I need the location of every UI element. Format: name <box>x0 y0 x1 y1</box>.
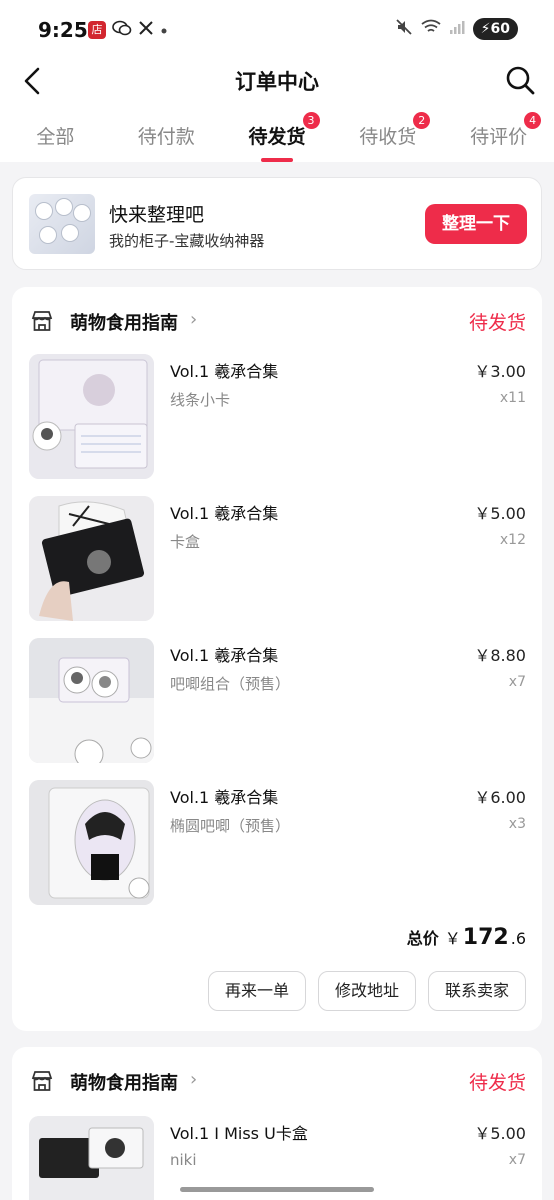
product-image <box>29 780 154 905</box>
dot-icon <box>160 21 168 39</box>
item-spec: 卡盒 <box>170 533 201 551</box>
item-name: Vol.1 羲承合集 <box>170 788 279 807</box>
search-icon[interactable] <box>504 64 536 96</box>
product-image <box>29 496 154 621</box>
tab-count-badge: 4 <box>524 112 542 129</box>
product-image <box>29 638 154 763</box>
chevron-right-icon: › <box>190 1069 198 1090</box>
item-name: Vol.1 羲承合集 <box>170 646 279 665</box>
item-spec: 吧唧组合（预售） <box>170 675 291 693</box>
order-tabs: 全部 待付款 待发货 3 待收货 2 待评价 4 <box>0 102 554 162</box>
product-image <box>29 354 154 479</box>
order-item[interactable]: Vol.1 羲承合集 椭圆吧唧（预售） ￥6.00 x3 <box>12 780 542 906</box>
promo-thumbnail <box>29 194 95 254</box>
shop-name[interactable]: 萌物食用指南 <box>70 1069 178 1095</box>
item-spec: niki <box>170 1151 197 1169</box>
organize-promo-banner[interactable]: 快来整理吧 我的柜子-宝藏收纳神器 整理一下 <box>12 177 542 270</box>
tab-count-badge: 2 <box>413 112 431 129</box>
store-app-icon: 店 <box>88 21 106 39</box>
tab-pending-shipment[interactable]: 待发货 3 <box>222 102 333 162</box>
item-price: ￥6.00 <box>474 788 526 807</box>
promo-title: 快来整理吧 <box>109 204 205 226</box>
active-tab-indicator <box>260 158 293 162</box>
battery-indicator: ⚡60 <box>472 18 518 40</box>
wifi-icon <box>421 19 441 39</box>
mute-icon <box>395 18 413 40</box>
order-item[interactable]: Vol.1 羲承合集 卡盒 ￥5.00 x12 <box>12 496 542 622</box>
item-quantity: x7 <box>508 1152 526 1168</box>
order-item[interactable]: Vol.1 羲承合集 线条小卡 ￥3.00 x11 <box>12 354 542 480</box>
total-amount-integer: 172 <box>462 925 509 950</box>
signal-icon <box>449 19 465 39</box>
order-card[interactable]: 萌物食用指南 › 待发货 Vol.1 I Miss U卡盒 niki ￥5.00… <box>12 1047 542 1200</box>
contact-seller-button[interactable]: 联系卖家 <box>427 971 526 1011</box>
store-icon <box>30 309 54 333</box>
item-name: Vol.1 羲承合集 <box>170 504 279 523</box>
order-item[interactable]: Vol.1 羲承合集 吧唧组合（预售） ￥8.80 x7 <box>12 638 542 764</box>
nav-bar: 订单中心 <box>0 62 554 102</box>
order-card[interactable]: 萌物食用指南 › 待发货 Vol.1 羲承合集 线条小卡 ￥3.00 x11 V… <box>12 287 542 1031</box>
item-spec: 线条小卡 <box>170 391 231 409</box>
store-icon <box>30 1069 54 1093</box>
system-icons: ⚡60 <box>395 18 518 40</box>
product-image <box>29 1116 154 1200</box>
reorder-button[interactable]: 再来一单 <box>207 971 306 1011</box>
shop-name[interactable]: 萌物食用指南 <box>70 309 178 335</box>
tab-count-badge: 3 <box>302 112 320 129</box>
shop-header[interactable]: 萌物食用指南 › 待发货 <box>12 1047 542 1113</box>
item-quantity: x12 <box>499 532 526 548</box>
order-status: 待发货 <box>468 312 526 334</box>
order-total: 总价 ￥ 172 .6 <box>407 925 526 950</box>
item-price: ￥5.00 <box>474 504 526 523</box>
status-bar: 9:25 店 ⚡60 <box>0 0 554 62</box>
item-quantity: x3 <box>508 816 526 832</box>
notification-icons: 店 <box>88 20 168 40</box>
home-indicator[interactable] <box>180 1187 374 1192</box>
order-actions: 再来一单 修改地址 联系卖家 <box>207 971 526 1011</box>
item-quantity: x7 <box>508 674 526 690</box>
order-status: 待发货 <box>468 1072 526 1094</box>
edit-address-button[interactable]: 修改地址 <box>317 971 416 1011</box>
item-name: Vol.1 羲承合集 <box>170 362 279 381</box>
total-amount-decimal: .6 <box>510 929 526 948</box>
page-title: 订单中心 <box>235 70 319 94</box>
item-quantity: x11 <box>499 390 526 406</box>
chevron-right-icon: › <box>190 309 198 330</box>
tab-pending-payment[interactable]: 待付款 <box>111 102 222 162</box>
organize-button[interactable]: 整理一下 <box>425 204 527 244</box>
x-app-icon <box>138 20 154 40</box>
wechat-icon <box>112 20 132 40</box>
item-name: Vol.1 I Miss U卡盒 <box>170 1124 308 1143</box>
tab-pending-receipt[interactable]: 待收货 2 <box>332 102 443 162</box>
total-label: 总价 <box>406 929 439 948</box>
item-price: ￥5.00 <box>474 1124 526 1143</box>
shop-header[interactable]: 萌物食用指南 › 待发货 <box>12 287 542 353</box>
item-spec: 椭圆吧唧（预售） <box>170 817 291 835</box>
tab-pending-review[interactable]: 待评价 4 <box>443 102 554 162</box>
tab-all[interactable]: 全部 <box>0 102 111 162</box>
top-area: 9:25 店 ⚡60 订单中心 全部 待付款 待发货 3 待收货 2 待评价 4 <box>0 0 554 162</box>
total-currency: ￥ <box>444 929 461 948</box>
status-time: 9:25 <box>38 18 88 42</box>
item-price: ￥8.80 <box>474 646 526 665</box>
item-price: ￥3.00 <box>474 362 526 381</box>
promo-subtitle: 我的柜子-宝藏收纳神器 <box>109 232 265 250</box>
